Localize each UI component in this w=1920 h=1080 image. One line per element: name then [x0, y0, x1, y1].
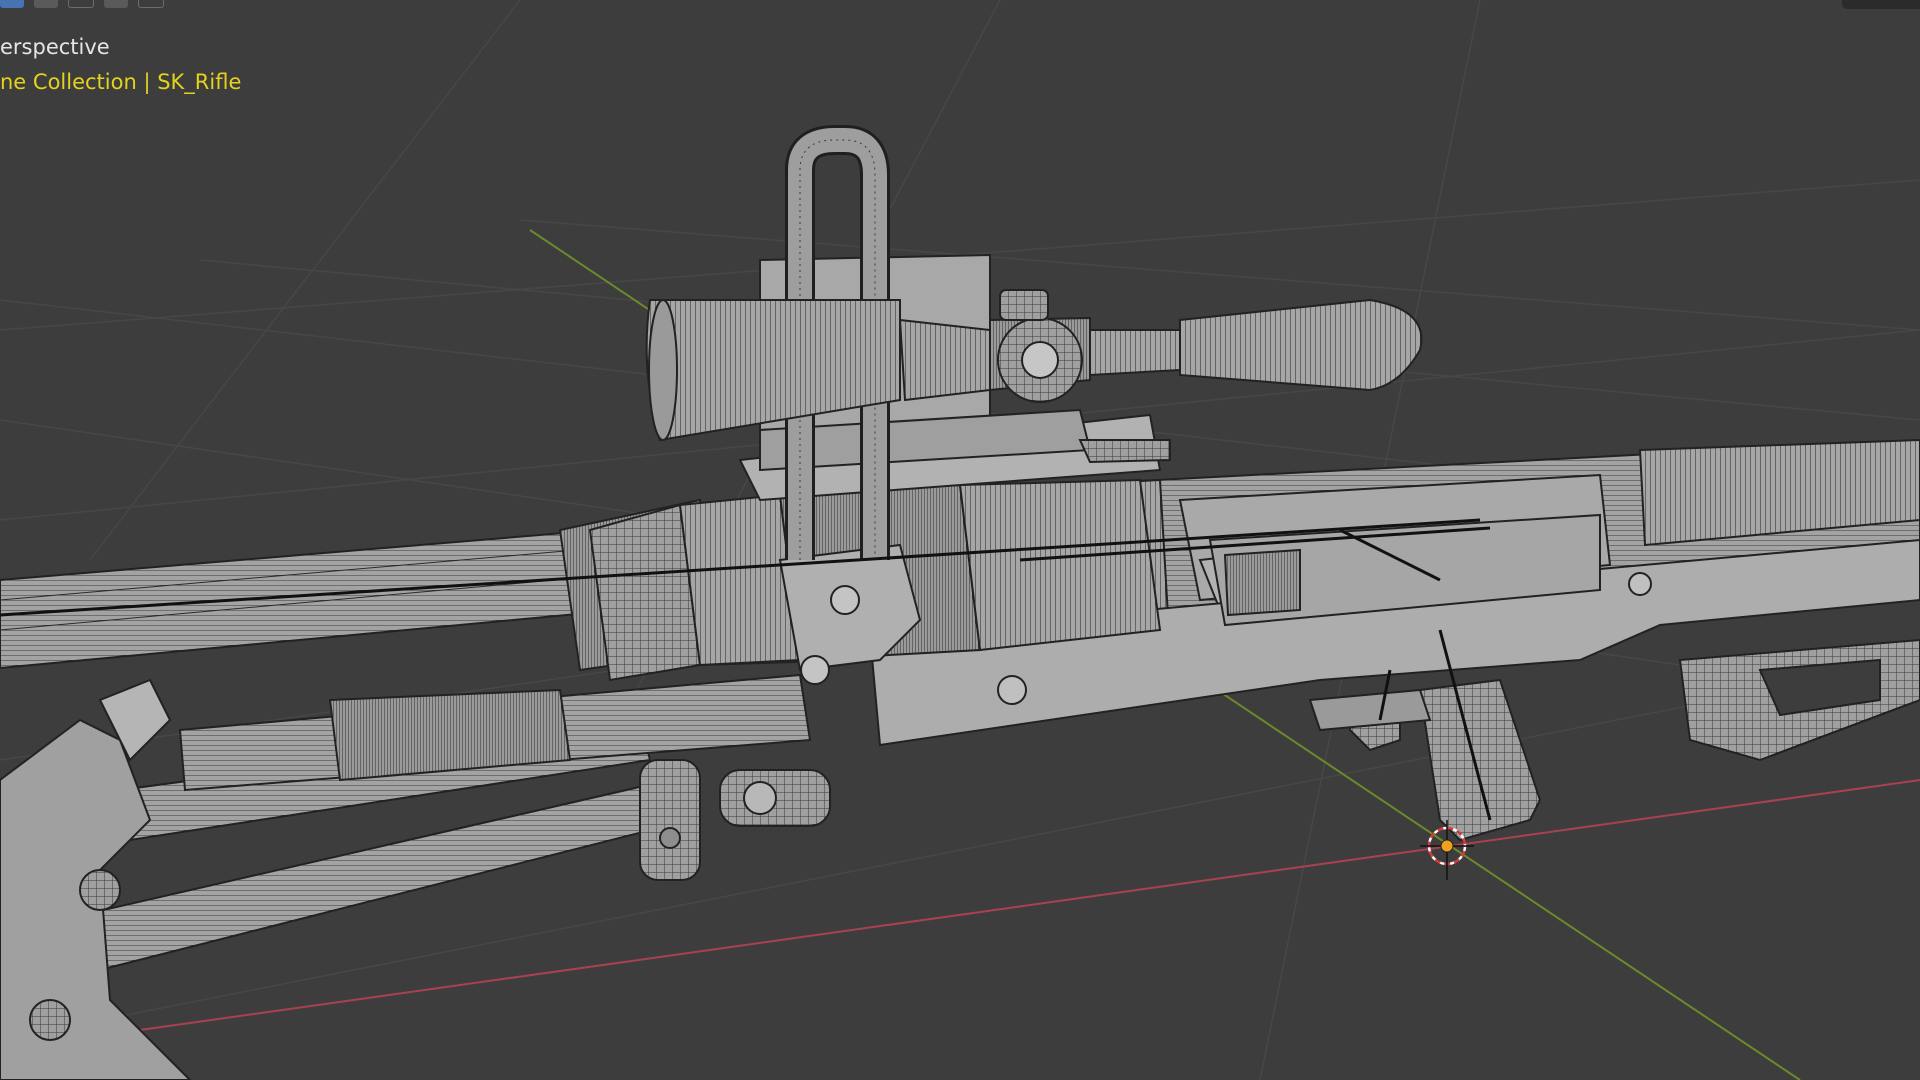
bipod-foot [0, 678, 192, 1080]
select-intersect-icon[interactable] [138, 0, 164, 8]
select-box-icon[interactable] [34, 0, 58, 8]
select-box-icon[interactable] [0, 0, 24, 8]
3d-viewport[interactable] [0, 0, 1920, 1080]
view-perspective-label: erspective [0, 35, 110, 59]
selection-mode-toolbar [0, 0, 164, 9]
collection-object-label: ne Collection | SK_Rifle [0, 70, 242, 94]
viewport-header-widget[interactable] [1842, 0, 1920, 9]
viewport-text-overlay: erspective ne Collection | SK_Rifle [0, 30, 241, 100]
pistol-grip [1308, 678, 1542, 842]
select-subtract-icon[interactable] [104, 0, 128, 8]
x-axis-line [139, 779, 1920, 1031]
origin-point [1440, 839, 1454, 853]
viewport-canvas[interactable] [0, 0, 1920, 1080]
select-extend-icon[interactable] [68, 0, 94, 8]
